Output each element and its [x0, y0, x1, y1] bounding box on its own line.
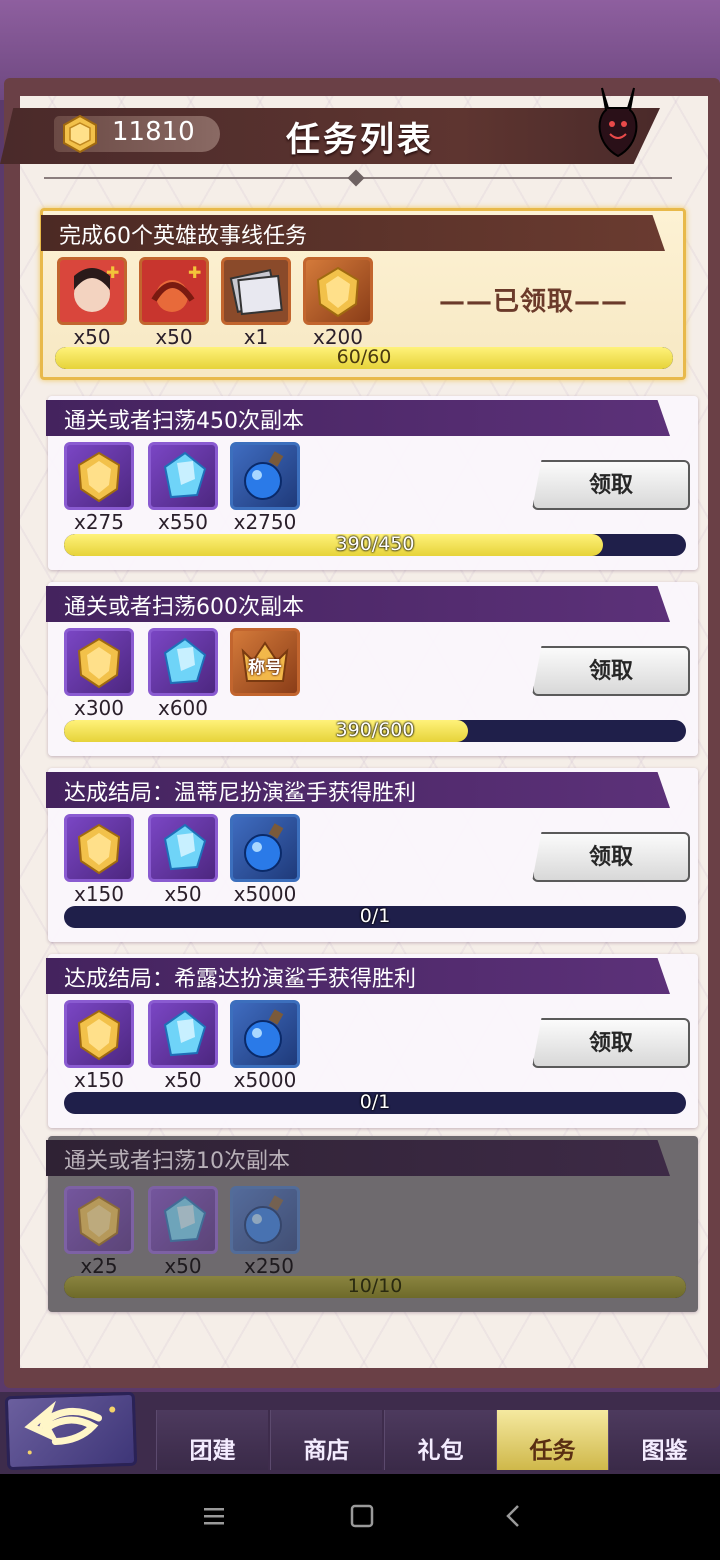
reward-qty: x50 — [73, 325, 111, 349]
task-card: 通关或者扫荡600次副本 称号 x300 x600 领取 390/600 — [46, 582, 698, 756]
task-card: 通关或者扫荡450次副本 x275 x550 x2750 领取 390/450 — [46, 396, 698, 570]
home-icon[interactable] — [342, 1500, 382, 1534]
svg-text:✚: ✚ — [106, 263, 119, 282]
reward-qty: x250 — [243, 1254, 294, 1278]
task-card: 完成60个英雄故事线任务 ✚ ✚ x50 x50 x1 x200 ——已领取——… — [40, 208, 686, 380]
blue-crystal-icon[interactable] — [148, 814, 218, 882]
progress-text: 390/450 — [335, 534, 415, 555]
hero-fragment-icon[interactable]: ✚ — [57, 257, 127, 325]
task-progress-bar: 0/1 — [64, 906, 686, 928]
claim-button[interactable]: 领取 — [532, 646, 690, 696]
reward-qty: x50 — [164, 1068, 202, 1092]
blue-crystal-icon[interactable] — [148, 1000, 218, 1068]
claim-button[interactable]: 领取 — [532, 460, 690, 510]
blue-potion-icon — [230, 1186, 300, 1254]
hero-fragment-icon[interactable]: ✚ — [139, 257, 209, 325]
task-name: 通关或者扫荡450次副本 — [64, 409, 304, 434]
claim-button[interactable]: 领取 — [532, 832, 690, 882]
menu-icon[interactable] — [194, 1500, 234, 1534]
progress-text: 0/1 — [359, 1092, 391, 1113]
task-name: 通关或者扫荡10次副本 — [64, 1149, 290, 1174]
task-progress-bar: 0/1 — [64, 1092, 686, 1114]
reward-qty: x600 — [157, 696, 208, 720]
progress-text: 390/600 — [335, 720, 415, 741]
reward-qty: x50 — [155, 325, 193, 349]
blue-crystal-icon[interactable] — [148, 628, 218, 696]
tab-gift[interactable]: 礼包 — [384, 1410, 496, 1470]
task-progress-bar: 390/450 — [64, 534, 686, 556]
reward-qty: x50 — [164, 882, 202, 906]
task-name: 通关或者扫荡600次副本 — [64, 595, 304, 620]
back-button[interactable] — [4, 1391, 138, 1471]
reward-qty: x275 — [73, 510, 124, 534]
task-card: 达成结局：温蒂尼扮演鲨手获得胜利 x150 x50 x5000 领取 0/1 — [46, 768, 698, 942]
blue-potion-icon[interactable] — [230, 442, 300, 510]
tab-tasks[interactable]: 任务 — [496, 1410, 608, 1470]
reward-qty: x550 — [157, 510, 208, 534]
blue-crystal-icon — [148, 1186, 218, 1254]
task-progress-bar: 10/10 — [64, 1276, 686, 1298]
gold-coin-icon[interactable] — [64, 628, 134, 696]
title-badge-label: 称号 — [248, 658, 282, 678]
reward-qty: x150 — [73, 1068, 124, 1092]
reward-qty: x25 — [80, 1254, 118, 1278]
claimed-status: ——已领取—— — [439, 287, 629, 317]
mascot-icon — [598, 87, 638, 158]
svg-text:✚: ✚ — [188, 263, 201, 282]
progress-text: 60/60 — [336, 347, 392, 368]
gold-coin-icon[interactable] — [303, 257, 373, 325]
task-name: 达成结局：温蒂尼扮演鲨手获得胜利 — [64, 781, 417, 806]
progress-text: 10/10 — [347, 1276, 403, 1297]
reward-qty: x1 — [243, 325, 269, 349]
blue-crystal-icon[interactable] — [148, 442, 218, 510]
reward-qty: x5000 — [233, 1068, 297, 1092]
progress-text: 0/1 — [359, 906, 391, 927]
reward-qty: x2750 — [233, 510, 297, 534]
task-name: 达成结局：希露达扮演鲨手获得胜利 — [64, 967, 417, 992]
reward-qty: x50 — [164, 1254, 202, 1278]
blue-potion-icon[interactable] — [230, 1000, 300, 1068]
gold-coin-icon[interactable] — [64, 1000, 134, 1068]
title-badge-icon[interactable]: 称号 — [230, 628, 300, 696]
card-pack-icon[interactable] — [221, 257, 291, 325]
task-card: 达成结局：希露达扮演鲨手获得胜利 x150 x50 x5000 领取 0/1 — [46, 954, 698, 1128]
claim-button[interactable]: 领取 — [532, 1018, 690, 1068]
reward-qty: x200 — [312, 325, 363, 349]
tab-collection[interactable]: 图鉴 — [608, 1410, 720, 1470]
blue-potion-icon[interactable] — [230, 814, 300, 882]
task-card: 通关或者扫荡10次副本 x25 x50 x250 10/10 — [46, 1136, 698, 1312]
reward-qty: x5000 — [233, 882, 297, 906]
gold-coin-icon[interactable] — [64, 442, 134, 510]
tab-shop[interactable]: 商店 — [270, 1410, 382, 1470]
reward-qty: x150 — [73, 882, 124, 906]
back-icon[interactable] — [494, 1500, 534, 1534]
back-arrow-icon — [24, 1400, 116, 1455]
gold-coin-icon — [64, 1186, 134, 1254]
task-progress-bar: 390/600 — [64, 720, 686, 742]
tab-team[interactable]: 团建 — [156, 1410, 268, 1470]
task-name: 完成60个英雄故事线任务 — [59, 224, 307, 249]
task-progress-bar: 60/60 — [55, 347, 673, 369]
reward-qty: x300 — [73, 696, 124, 720]
gold-coin-icon[interactable] — [64, 814, 134, 882]
